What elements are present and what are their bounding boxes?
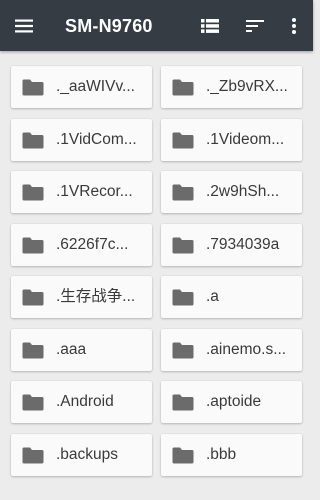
folder-icon: [22, 394, 44, 411]
folder-item[interactable]: .Android: [11, 381, 152, 423]
folder-icon: [22, 289, 44, 306]
folder-name: .bbb: [206, 445, 237, 463]
folder-icon: [22, 342, 44, 359]
folder-icon: [22, 132, 44, 149]
folder-item[interactable]: .2w9hSh...: [161, 171, 302, 213]
folder-item[interactable]: .生存战争...: [11, 276, 152, 318]
folder-item[interactable]: .6226f7c...: [11, 223, 152, 266]
folder-name: .Android: [56, 393, 114, 410]
sort-icon[interactable]: [243, 14, 267, 38]
folder-item[interactable]: .1VRecor...: [11, 171, 152, 213]
folder-item[interactable]: .ainemo.s...: [161, 328, 302, 371]
folder-item[interactable]: .1Videom...: [161, 118, 302, 161]
folder-item[interactable]: .aptoide: [161, 381, 302, 423]
folder-item[interactable]: .7934039a: [161, 223, 302, 266]
folder-item[interactable]: .bbb: [161, 433, 302, 476]
folder-icon: [172, 132, 194, 149]
folder-item[interactable]: .aaa: [11, 328, 152, 371]
app-bar: SM-N9760: [0, 0, 313, 51]
folder-name: .6226f7c...: [56, 235, 129, 253]
folder-icon: [22, 237, 44, 254]
folder-item[interactable]: .a: [161, 276, 302, 318]
folder-name: .backups: [56, 445, 119, 463]
folder-icon: [172, 289, 194, 306]
folder-name: .1VRecor...: [56, 183, 133, 200]
list-view-icon[interactable]: [198, 14, 222, 38]
folder-grid: ._aaWIVv... ._Zb9vRX... .1VidCom... .1Video…: [0, 51, 313, 500]
folder-name: .2w9hSh...: [206, 183, 280, 200]
folder-name: .1Videom...: [206, 130, 285, 148]
folder-icon: [172, 342, 194, 359]
folder-name: ._Zb9vRX...: [206, 78, 288, 95]
folder-name: .生存战争...: [56, 288, 136, 305]
folder-name: .aaa: [56, 340, 87, 358]
hamburger-menu-icon[interactable]: [12, 14, 36, 38]
folder-icon: [172, 237, 194, 254]
folder-icon: [172, 184, 194, 201]
folder-icon: [22, 184, 44, 201]
folder-name: .aptoide: [206, 393, 262, 410]
folder-name: .ainemo.s...: [206, 340, 287, 358]
folder-icon: [172, 447, 194, 464]
folder-item[interactable]: ._aaWIVv...: [11, 66, 152, 108]
folder-icon: [172, 79, 194, 96]
folder-item[interactable]: .backups: [11, 433, 152, 476]
folder-item[interactable]: ._Zb9vRX...: [161, 66, 302, 108]
more-vert-icon[interactable]: [282, 14, 306, 38]
folder-icon: [22, 447, 44, 464]
folder-name: ._aaWIVv...: [56, 78, 135, 95]
folder-icon: [22, 79, 44, 96]
folder-item[interactable]: .1VidCom...: [11, 118, 152, 161]
folder-name: .a: [206, 288, 219, 305]
folder-name: .1VidCom...: [56, 130, 137, 148]
toolbar-title: SM-N9760: [65, 16, 153, 36]
folder-name: .7934039a: [206, 235, 280, 253]
folder-icon: [172, 394, 194, 411]
